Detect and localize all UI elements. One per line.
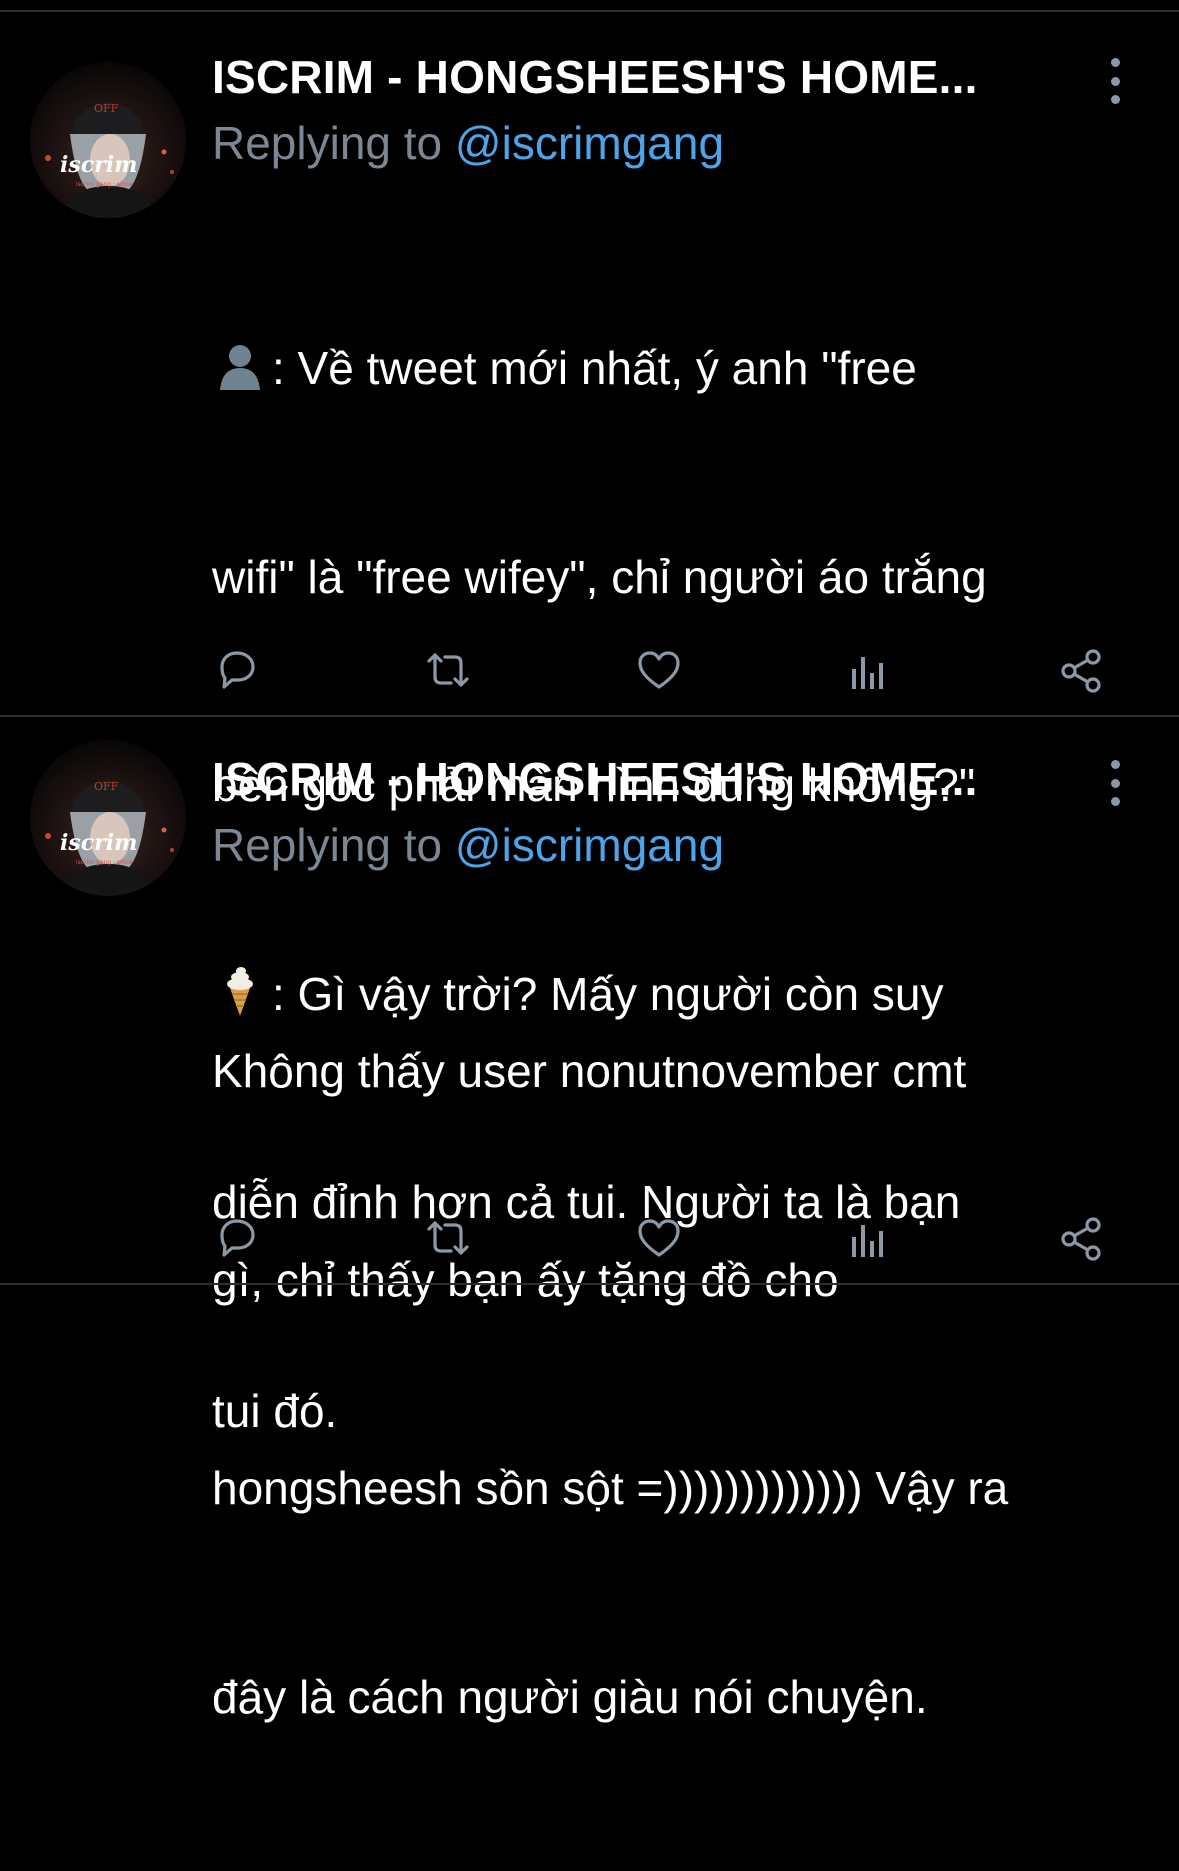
more-options-icon[interactable] <box>1100 58 1130 104</box>
tweet-actions <box>0 645 1179 695</box>
retweet-icon[interactable] <box>423 645 473 695</box>
tweet-divider <box>0 715 1179 717</box>
replying-prefix: Replying to <box>212 117 443 169</box>
avatar-image: OFF iscrim iscrim gang · since <box>30 740 186 896</box>
analytics-icon[interactable] <box>845 645 895 695</box>
reply-icon[interactable] <box>212 1213 262 1263</box>
replying-handle-link[interactable]: @iscrimgang <box>455 819 724 871</box>
body-line: đây là cách người giàu nói chuyện. <box>212 1670 928 1723</box>
body-line: Không thấy user nonutnovember cmt <box>212 1045 967 1097</box>
avatar-sub-text: iscrim gang · since <box>76 859 133 866</box>
more-options-icon[interactable] <box>1100 760 1130 806</box>
analytics-icon[interactable] <box>845 1213 895 1263</box>
replying-to: Replying to @iscrimgang <box>212 116 724 170</box>
top-divider <box>0 10 1179 12</box>
replying-prefix: Replying to <box>212 819 443 871</box>
reply-icon[interactable] <box>212 645 262 695</box>
body-line: wifi" là "free wifey", chỉ người áo trắn… <box>212 550 987 603</box>
tweet-actions <box>0 1213 1179 1263</box>
bottom-divider <box>0 1283 1179 1285</box>
share-icon[interactable] <box>1057 645 1107 695</box>
replying-to: Replying to @iscrimgang <box>212 818 724 872</box>
tweet-body: Không thấy user nonutnovember cmt gì, ch… <box>212 898 1152 1871</box>
avatar-hat-text: OFF <box>94 102 119 115</box>
avatar-image: OFF iscrim iscrim gang · since <box>30 62 186 218</box>
body-line: : Về tweet mới nhất, ý anh "free <box>212 334 1152 404</box>
avatar[interactable]: OFF iscrim iscrim gang · since <box>30 62 186 218</box>
avatar[interactable]: OFF iscrim iscrim gang · since <box>30 740 186 896</box>
avatar-hat-text: OFF <box>94 780 119 793</box>
retweet-icon[interactable] <box>423 1213 473 1263</box>
display-name[interactable]: ISCRIM - HONGSHEESH'S HOME... <box>212 50 978 104</box>
like-icon[interactable] <box>634 645 684 695</box>
share-icon[interactable] <box>1057 1213 1107 1263</box>
like-icon[interactable] <box>634 1213 684 1263</box>
replying-handle-link[interactable]: @iscrimgang <box>455 117 724 169</box>
display-name[interactable]: ISCRIM - HONGSHEESH'S HOME... <box>212 752 978 806</box>
bust-in-silhouette-icon <box>212 340 272 390</box>
body-line: hongsheesh sồn sột =))))))))))))) Vậy ra <box>212 1462 1009 1514</box>
avatar-logo-text: iscrim <box>60 152 137 178</box>
avatar-logo-text: iscrim <box>60 830 137 856</box>
avatar-sub-text: iscrim gang · since <box>76 181 133 188</box>
